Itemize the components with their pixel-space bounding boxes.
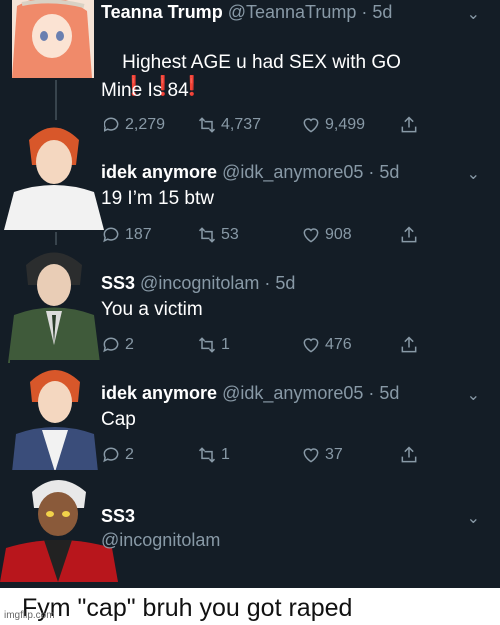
handle: @incognitolam	[101, 530, 221, 550]
display-name[interactable]: idek anymore	[101, 383, 217, 403]
reply-count: 2	[125, 336, 134, 353]
avatar[interactable]	[4, 120, 104, 230]
tweet-text: Cap	[101, 409, 136, 430]
reply-button[interactable]: 187	[101, 224, 152, 246]
tweet-header: idek anymore @idk_anymore05 · 5d	[101, 383, 399, 404]
chevron-down-icon[interactable]: ⌄	[467, 385, 480, 405]
display-name[interactable]: SS3	[101, 273, 135, 293]
tweet-actions: 187 53 908	[101, 224, 431, 246]
chevron-down-icon[interactable]: ⌄	[467, 508, 480, 528]
like-icon	[303, 448, 319, 463]
meme-caption: Fym "cap" bruh you got raped imgflip.com	[0, 588, 500, 625]
display-name[interactable]: idek anymore	[101, 162, 217, 182]
tweet-actions: 2 1 37	[101, 444, 431, 466]
share-button[interactable]	[399, 444, 419, 466]
tweet-header: SS3 @incognitolam · 5d	[101, 273, 295, 294]
tweet[interactable]: idek anymore @idk_anymore05 · 5d ⌄ Cap 2…	[0, 360, 500, 475]
avatar[interactable]	[6, 245, 102, 363]
reply-button[interactable]: 2	[101, 334, 134, 356]
tweet-header: Teanna Trump @TeannaTrump · 5d	[101, 2, 392, 23]
reply-icon	[103, 227, 119, 243]
avatar[interactable]	[12, 0, 94, 78]
share-icon	[401, 336, 417, 353]
handle-time: @incognitolam · 5d	[140, 273, 296, 293]
reply-button[interactable]: 2	[101, 444, 134, 466]
reply-icon	[103, 447, 119, 463]
display-name[interactable]: Teanna Trump	[101, 2, 223, 22]
display-name[interactable]: SS3	[101, 506, 135, 526]
share-button[interactable]	[399, 334, 419, 356]
like-count: 908	[325, 226, 352, 243]
chevron-down-icon[interactable]: ⌄	[467, 164, 480, 184]
retweet-button[interactable]: 53	[197, 224, 239, 246]
like-icon	[303, 338, 319, 353]
share-button[interactable]	[399, 224, 419, 246]
handle-time: @idk_anymore05 · 5d	[222, 383, 400, 403]
like-button[interactable]: 37	[301, 444, 343, 466]
like-count: 37	[325, 446, 343, 463]
tweet-text-line2: Mine Is 84	[101, 80, 189, 101]
tweet-header: idek anymore @idk_anymore05 · 5d	[101, 162, 399, 183]
retweet-count: 1	[221, 336, 230, 353]
tweet[interactable]: SS3 @incognitolam · 5d You a victim 2 1 …	[0, 245, 500, 365]
retweet-count: 1	[221, 446, 230, 463]
handle-time: @idk_anymore05 · 5d	[222, 162, 400, 182]
reply-count: 187	[125, 226, 152, 243]
tweet[interactable]: Teanna Trump @TeannaTrump · 5d ⌄ Highest…	[0, 0, 500, 140]
handle-time: @TeannaTrump · 5d	[227, 2, 393, 22]
share-icon	[401, 446, 417, 463]
chevron-down-icon[interactable]: ⌄	[467, 4, 480, 24]
reply-count: 2	[125, 446, 134, 463]
retweet-button[interactable]: 1	[197, 334, 230, 356]
tweet-text-main: Highest AGE u had SEX with GO	[122, 52, 401, 73]
reply-icon	[103, 337, 119, 353]
watermark: imgflip.com	[4, 610, 55, 621]
retweet-icon	[198, 227, 216, 243]
tweet[interactable]: SS3 ⌄ @incognitolam	[0, 470, 500, 588]
caption-text: Fym "cap" bruh you got raped	[22, 594, 353, 622]
retweet-icon	[198, 447, 216, 463]
like-button[interactable]: 908	[301, 224, 352, 246]
tweet-actions: 2 1 476	[101, 334, 431, 356]
like-icon	[303, 228, 319, 243]
retweet-button[interactable]: 1	[197, 444, 230, 466]
tweet-text: You a victim	[101, 299, 203, 320]
tweet[interactable]: idek anymore @idk_anymore05 · 5d ⌄ 19 I’…	[0, 120, 500, 255]
share-icon	[401, 226, 417, 243]
retweet-icon	[198, 337, 216, 353]
avatar[interactable]	[10, 360, 100, 472]
retweet-count: 53	[221, 226, 239, 243]
tweet-header: SS3	[101, 506, 135, 527]
like-button[interactable]: 476	[301, 334, 352, 356]
tweet-text: Highest AGE u had SEX with GO ❗ ❗ ❗	[101, 30, 401, 120]
like-count: 476	[325, 336, 352, 353]
tweet-text: 19 I’m 15 btw	[101, 188, 214, 209]
